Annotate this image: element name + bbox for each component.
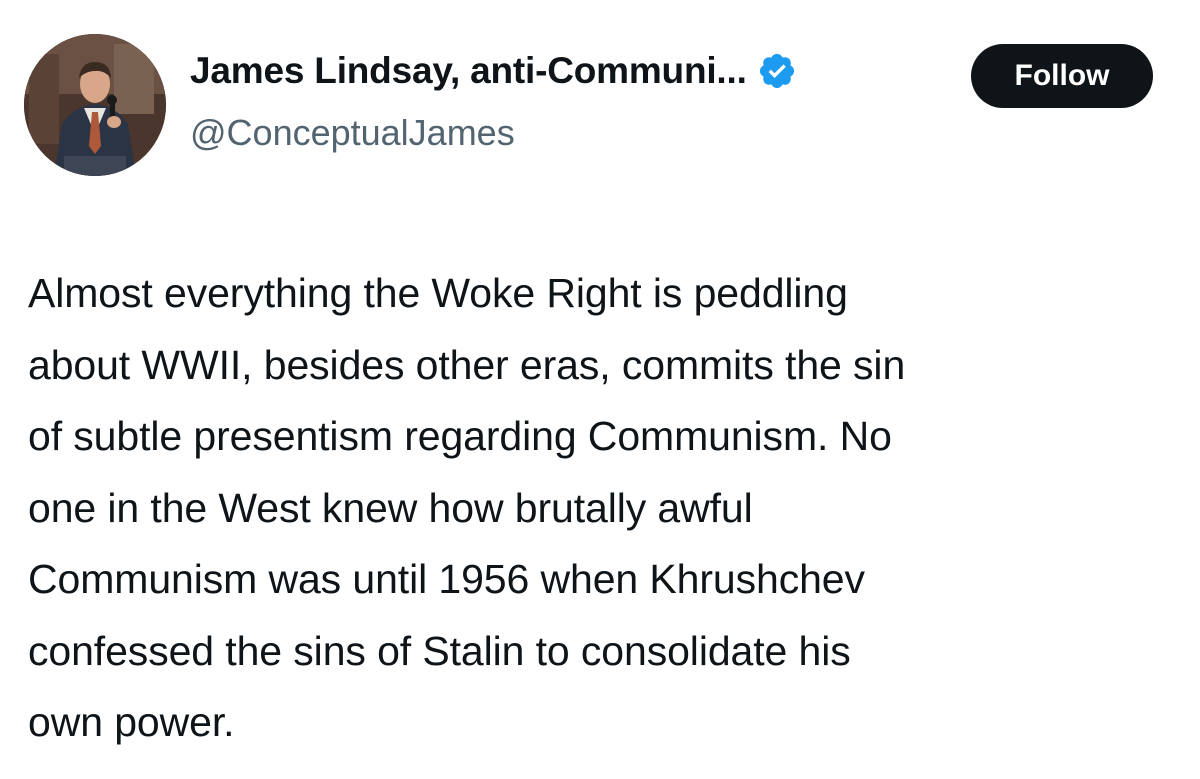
follow-button[interactable]: Follow: [971, 44, 1153, 108]
tweet-text-line: of subtle presentism regarding Communism…: [28, 413, 892, 459]
tweet-text-line: one in the West knew how brutally awful: [28, 484, 753, 531]
tweet-text-line: Almost everything the Woke Right is pedd…: [28, 270, 848, 316]
tweet-text-line: about WWII, besides other eras, commits …: [28, 341, 906, 388]
tweet-card: James Lindsay, anti-Communi... @Conceptu…: [0, 0, 1200, 779]
author-display-name[interactable]: James Lindsay, anti-Communi...: [190, 50, 747, 92]
author-handle[interactable]: @ConceptualJames: [190, 112, 515, 154]
tweet-text-line: own power.: [28, 699, 235, 745]
author-name-row: James Lindsay, anti-Communi...: [190, 50, 797, 92]
tweet-text: Almost everything the Woke Right is pedd…: [28, 258, 1188, 759]
tweet-text-line: Communism was until 1956 when Khrushchev: [28, 556, 865, 602]
avatar-photo-icon: [24, 34, 166, 176]
tweet-text-line: confessed the sins of Stalin to consolid…: [28, 627, 851, 674]
verified-badge-icon: [757, 51, 797, 91]
avatar[interactable]: [24, 34, 166, 176]
